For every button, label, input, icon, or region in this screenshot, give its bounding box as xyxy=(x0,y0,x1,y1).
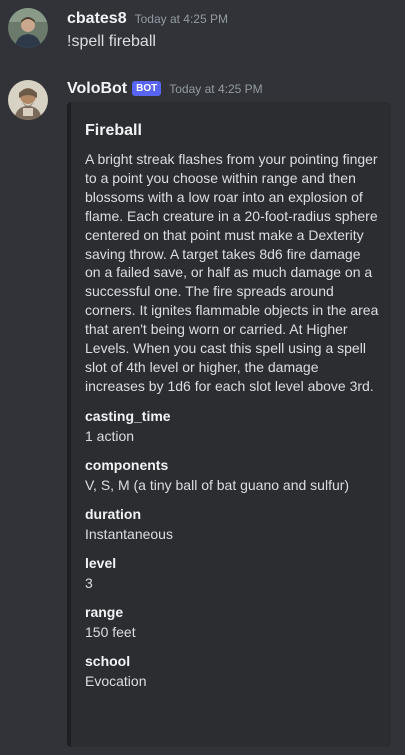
user-avatar-icon[interactable] xyxy=(8,8,48,48)
field-duration: duration Instantaneous xyxy=(85,504,379,545)
field-range: range 150 feet xyxy=(85,602,379,643)
embed-title: Fireball xyxy=(85,122,142,139)
field-value: Evocation xyxy=(85,672,147,689)
field-value: V, S, M (a tiny ball of bat guano and su… xyxy=(85,476,350,493)
field-level: level 3 xyxy=(85,553,379,594)
field-value: 1 action xyxy=(85,427,135,444)
bot-avatar-icon[interactable] xyxy=(8,80,48,120)
field-name: level xyxy=(85,554,117,571)
timestamp: Today at 4:25 PM xyxy=(134,12,228,26)
bot-tag: BOT xyxy=(132,81,162,96)
username[interactable]: VoloBot xyxy=(67,80,127,98)
field-value: 150 feet xyxy=(85,623,136,640)
field-casting-time: casting_time 1 action xyxy=(85,406,379,447)
chat-window: cbates8 Today at 4:25 PM !spell fireball… xyxy=(0,0,405,755)
username[interactable]: cbates8 xyxy=(67,10,127,28)
field-value: 3 xyxy=(85,574,93,591)
spell-embed: Fireball A bright streak flashes from yo… xyxy=(67,102,391,747)
field-value: Instantaneous xyxy=(85,525,173,542)
field-name: duration xyxy=(85,505,141,522)
timestamp: Today at 4:25 PM xyxy=(169,82,263,96)
field-name: components xyxy=(85,456,169,473)
field-name: range xyxy=(85,603,124,620)
field-components: components V, S, M (a tiny ball of bat g… xyxy=(85,455,379,496)
embed-description: A bright streak flashes from your pointi… xyxy=(85,151,379,394)
message-content: !spell fireball xyxy=(67,33,156,50)
field-name: casting_time xyxy=(85,407,171,424)
field-name: school xyxy=(85,652,131,669)
field-school: school Evocation xyxy=(85,651,379,692)
